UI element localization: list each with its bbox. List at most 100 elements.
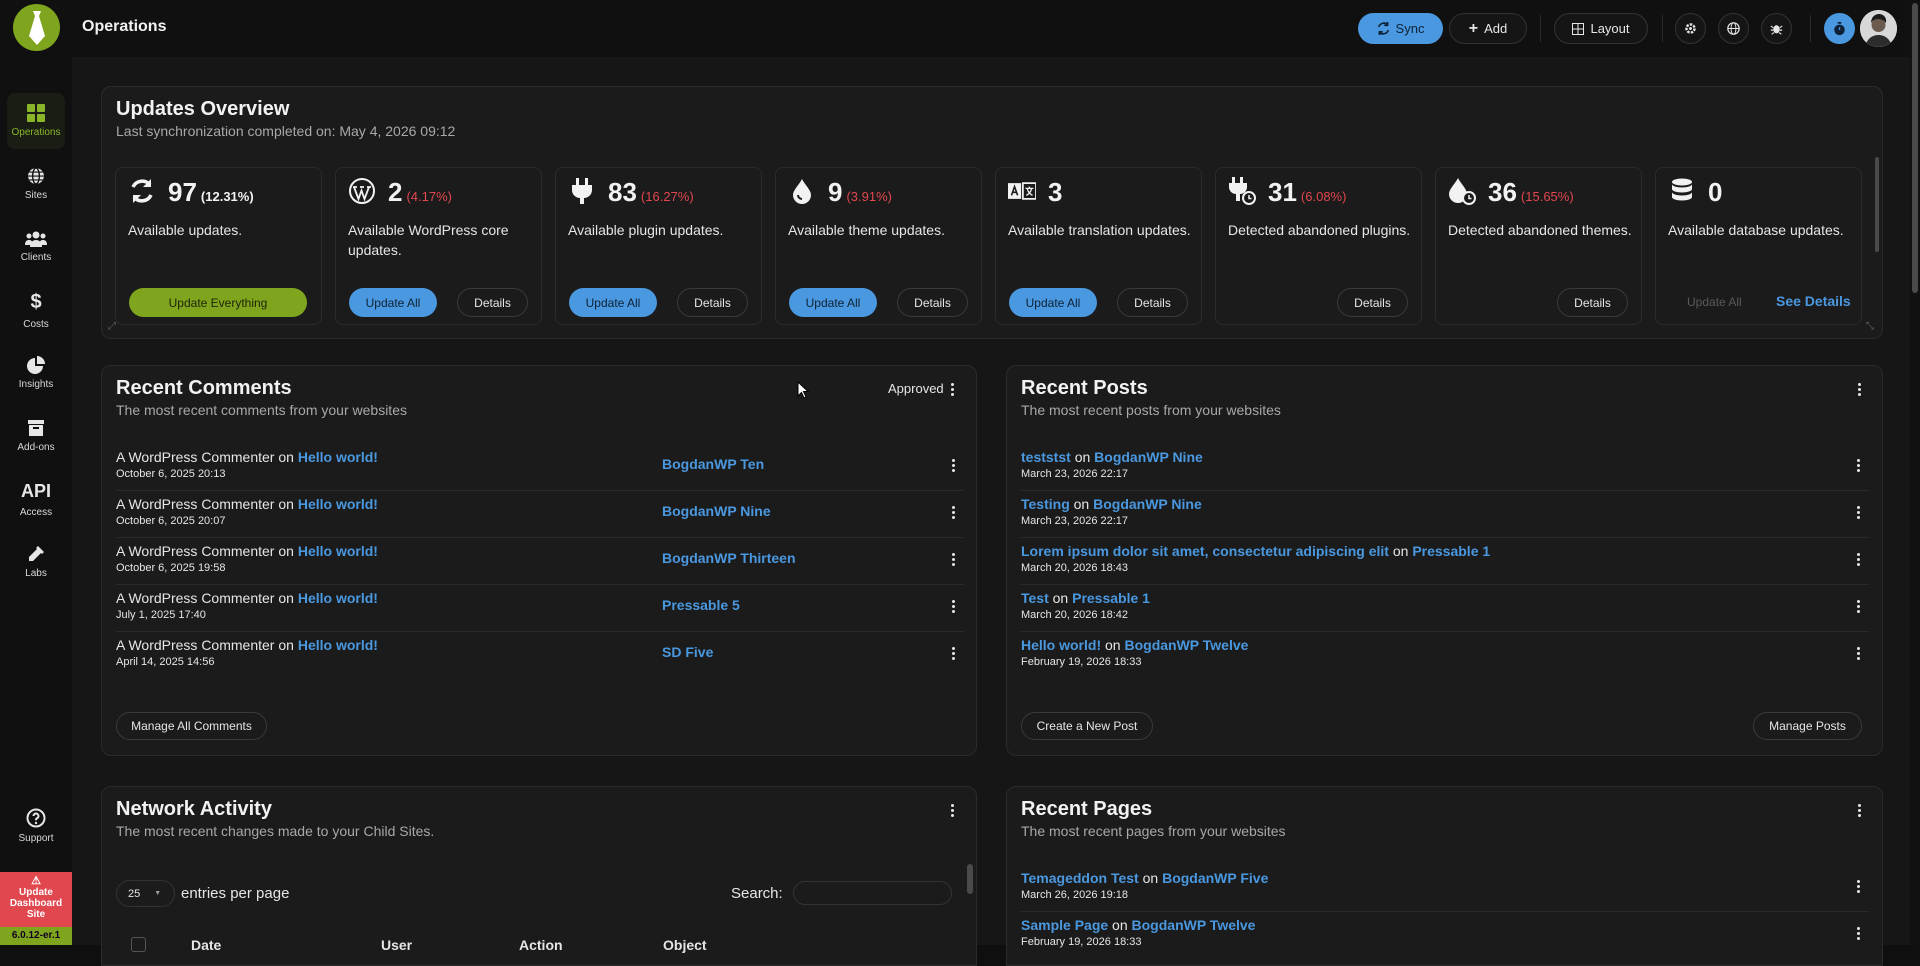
entries-select[interactable]: 25 ▼ — [116, 880, 175, 907]
update-percent: (12.31%) — [200, 189, 254, 204]
update-all-button[interactable]: Update All — [789, 288, 877, 317]
post-link[interactable]: Lorem ipsum dolor sit amet, consectetur … — [1021, 543, 1389, 559]
see-details-link[interactable]: See Details — [1776, 293, 1851, 309]
sidebar-item-access[interactable]: API Access — [7, 471, 65, 527]
row-menu-icon[interactable] — [1851, 456, 1865, 474]
row-menu-icon[interactable] — [1851, 644, 1865, 662]
filter-label: Approved — [888, 381, 944, 396]
site-link[interactable]: BogdanWP Nine — [1093, 496, 1202, 512]
bug-button[interactable] — [1761, 13, 1792, 44]
resize-handle-icon[interactable]: ⤡ — [1866, 321, 1874, 332]
post-link[interactable]: Hello world! — [1021, 637, 1101, 653]
comments-menu-icon[interactable] — [945, 380, 959, 398]
row-menu-icon[interactable] — [1851, 877, 1865, 895]
post-link[interactable]: Hello world! — [298, 449, 378, 465]
comments-filter[interactable]: Approved — [888, 381, 944, 396]
site-link[interactable]: BogdanWP Nine — [662, 503, 771, 519]
details-button[interactable]: Details — [677, 288, 748, 317]
update-card-abandoned-themes: 36 (15.65%) Detected abandoned themes. De… — [1435, 167, 1642, 325]
resize-handle-icon[interactable]: ⤢ — [108, 321, 116, 332]
update-all-button[interactable]: Update All — [569, 288, 657, 317]
row-menu-icon[interactable] — [946, 550, 960, 568]
post-link[interactable]: Hello world! — [298, 496, 378, 512]
avatar[interactable] — [1860, 10, 1897, 47]
sidebar-item-costs[interactable]: $ Costs — [7, 282, 65, 338]
timer-button[interactable] — [1824, 13, 1855, 44]
details-button[interactable]: Details — [1557, 288, 1628, 317]
update-description: Available plugin updates. — [568, 222, 724, 238]
update-count: 97 (12.31%) — [168, 177, 254, 207]
plug-icon — [568, 177, 596, 205]
update-everything-button[interactable]: Update Everything — [129, 288, 307, 317]
add-button[interactable]: + Add — [1449, 13, 1527, 44]
grid-icon — [27, 104, 45, 122]
site-link[interactable]: BogdanWP Twelve — [1132, 917, 1256, 933]
site-link[interactable]: BogdanWP Five — [1162, 870, 1268, 886]
update-count: 36 (15.65%) — [1488, 177, 1574, 207]
posts-menu-icon[interactable] — [1852, 380, 1866, 398]
box-icon — [28, 420, 44, 436]
list-item: A WordPress Commenter on Hello world! Oc… — [116, 444, 964, 491]
post-line: Hello world! on BogdanWP Twelve — [1021, 637, 1249, 653]
row-menu-icon[interactable] — [946, 503, 960, 521]
post-link[interactable]: Hello world! — [298, 590, 378, 606]
create-post-button[interactable]: Create a New Post — [1021, 712, 1153, 740]
network-scrollbar[interactable] — [967, 864, 973, 894]
sync-button[interactable]: Sync — [1358, 13, 1443, 44]
site-link[interactable]: BogdanWP Thirteen — [662, 550, 796, 566]
post-link[interactable]: teststst — [1021, 449, 1071, 465]
row-menu-icon[interactable] — [1851, 597, 1865, 615]
page-scrollbar-thumb[interactable] — [1912, 3, 1918, 293]
row-menu-icon[interactable] — [1851, 924, 1865, 942]
row-menu-icon[interactable] — [946, 644, 960, 662]
site-link[interactable]: Pressable 1 — [1072, 590, 1150, 606]
column-header-user[interactable]: User — [381, 937, 412, 953]
pages-menu-icon[interactable] — [1852, 801, 1866, 819]
search-input[interactable] — [793, 881, 952, 905]
sidebar-item-sites[interactable]: Sites — [7, 156, 65, 212]
site-link[interactable]: BogdanWP Nine — [1094, 449, 1203, 465]
manage-comments-button[interactable]: Manage All Comments — [116, 712, 267, 740]
sidebar-item-clients[interactable]: Clients — [7, 219, 65, 275]
page-link[interactable]: Temageddon Test — [1021, 870, 1139, 886]
details-button[interactable]: Details — [897, 288, 968, 317]
column-header-object[interactable]: Object — [663, 937, 707, 953]
details-button[interactable]: Details — [457, 288, 528, 317]
column-header-action[interactable]: Action — [519, 937, 563, 953]
details-button[interactable]: Details — [1337, 288, 1408, 317]
details-button[interactable]: Details — [1117, 288, 1188, 317]
sidebar-item-labs[interactable]: Labs — [7, 534, 65, 590]
network-menu-icon[interactable] — [945, 801, 959, 819]
layout-button[interactable]: Layout — [1554, 13, 1648, 44]
settings-button[interactable] — [1675, 13, 1706, 44]
globe-button[interactable] — [1718, 13, 1749, 44]
row-menu-icon[interactable] — [946, 597, 960, 615]
post-link[interactable]: Hello world! — [298, 543, 378, 559]
manage-posts-button[interactable]: Manage Posts — [1753, 712, 1862, 740]
site-link[interactable]: BogdanWP Twelve — [1124, 637, 1248, 653]
sidebar-item-insights[interactable]: Insights — [7, 345, 65, 401]
site-link[interactable]: Pressable 1 — [1412, 543, 1490, 559]
row-menu-icon[interactable] — [1851, 503, 1865, 521]
column-header-date[interactable]: Date — [191, 937, 221, 953]
update-card-database: 0 Available database updates. Update All… — [1655, 167, 1862, 325]
site-link[interactable]: BogdanWP Ten — [662, 456, 764, 472]
site-link[interactable]: SD Five — [662, 644, 713, 660]
page-link[interactable]: Sample Page — [1021, 917, 1108, 933]
logo[interactable] — [13, 4, 60, 51]
bug-icon — [1770, 25, 1783, 35]
site-link[interactable]: Pressable 5 — [662, 597, 740, 613]
sidebar-item-operations[interactable]: Operations — [7, 93, 65, 149]
update-card-translations: 3 Available translation updates. Update … — [995, 167, 1202, 325]
update-all-button[interactable]: Update All — [1009, 288, 1097, 317]
main-content: Updates Overview Last synchronization co… — [72, 57, 1910, 966]
panel-scrollbar[interactable] — [1875, 157, 1879, 252]
post-link[interactable]: Test — [1021, 590, 1049, 606]
update-all-button[interactable]: Update All — [349, 288, 437, 317]
post-link[interactable]: Testing — [1021, 496, 1070, 512]
row-menu-icon[interactable] — [946, 456, 960, 474]
sidebar-item-support[interactable]: Support — [7, 798, 65, 854]
post-link[interactable]: Hello world! — [298, 637, 378, 653]
sidebar-item-add-ons[interactable]: Add-ons — [7, 408, 65, 464]
row-menu-icon[interactable] — [1851, 550, 1865, 568]
